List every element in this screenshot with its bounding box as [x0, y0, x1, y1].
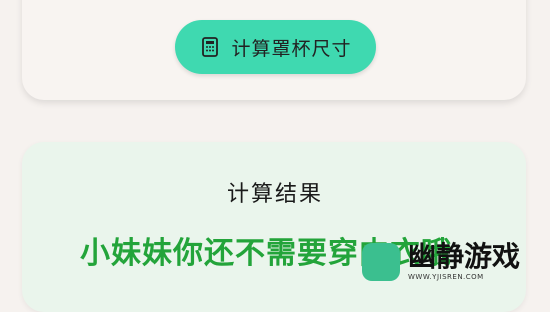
watermark: 幽静游戏 WWW.YJISREN.COM: [362, 236, 550, 288]
result-title: 计算结果: [226, 182, 323, 207]
calculate-button-label: 计算罩杯尺寸: [231, 37, 352, 60]
watermark-url: WWW.YJISREN.COM: [408, 273, 484, 281]
calculator-icon: [199, 36, 221, 58]
watermark-logo-icon: [362, 243, 400, 281]
watermark-text: 幽静游戏 WWW.YJISREN.COM: [408, 243, 520, 281]
watermark-title: 幽静游戏: [408, 240, 521, 273]
calculate-cup-size-button[interactable]: 计算罩杯尺寸: [175, 20, 376, 74]
